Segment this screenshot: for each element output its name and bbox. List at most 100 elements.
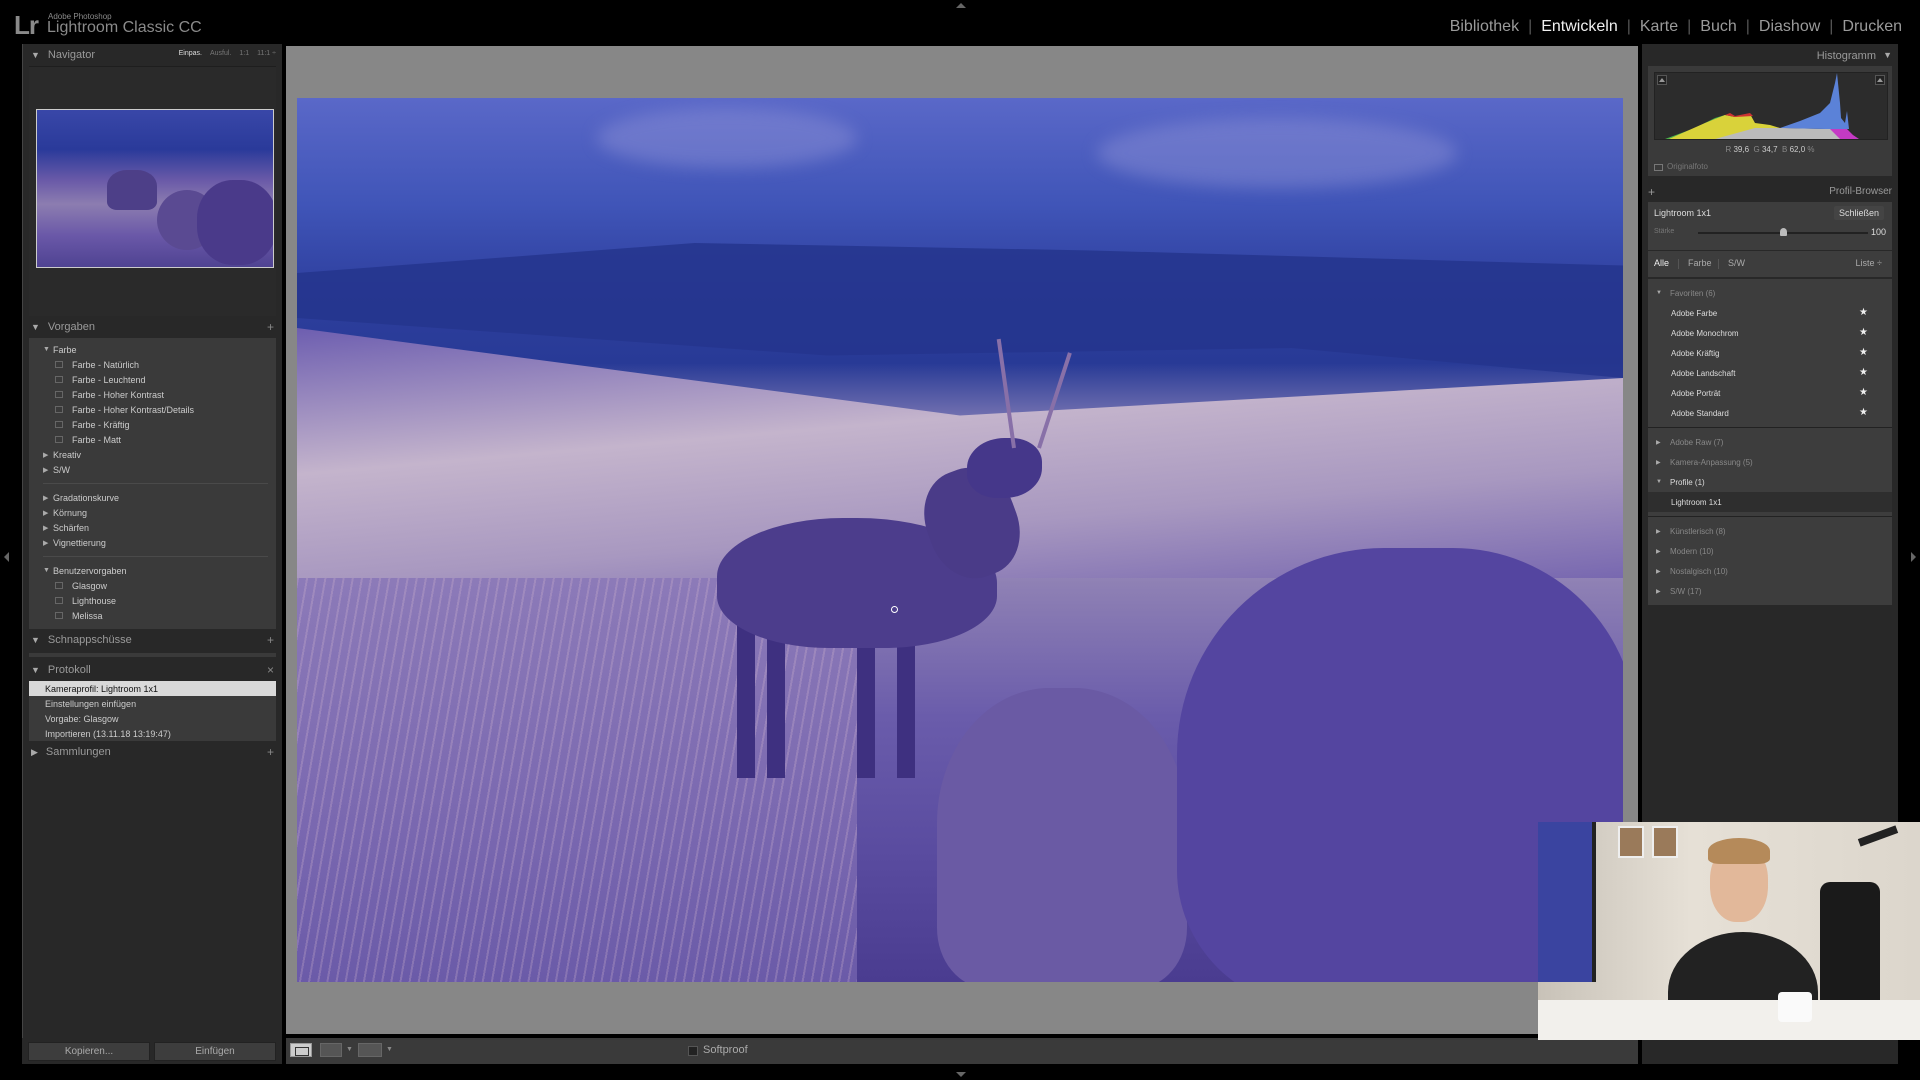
history-step[interactable]: Importieren (13.11.18 13:19:47) bbox=[29, 726, 276, 741]
history-step[interactable]: Vorgabe: Glasgow bbox=[29, 711, 276, 726]
filmstrip-toggle-icon[interactable] bbox=[956, 1072, 966, 1077]
favorite-star-icon[interactable]: ★ bbox=[1859, 367, 1868, 378]
profile-group-camera-matching[interactable]: ▶ Kamera-Anpassung (5) bbox=[1648, 452, 1892, 472]
preset-item[interactable]: Farbe - Kräftig bbox=[29, 417, 276, 432]
preset-group-koernung[interactable]: ▶ Körnung bbox=[29, 505, 276, 520]
collapsed-triangle-icon: ▶ bbox=[1656, 568, 1661, 575]
preset-item[interactable]: Farbe - Matt bbox=[29, 432, 276, 447]
filter-all[interactable]: Alle bbox=[1654, 258, 1669, 268]
profile-group-adobe-raw[interactable]: ▶ Adobe Raw (7) bbox=[1648, 432, 1892, 452]
zoom-1-1[interactable]: 1:1 bbox=[239, 50, 249, 57]
swap-dropdown-icon[interactable]: ▼ bbox=[386, 1046, 393, 1053]
bottom-toolbar: ▼ ▼ Softproof bbox=[286, 1038, 1638, 1064]
left-panel-toggle-icon[interactable] bbox=[4, 552, 9, 562]
amount-value[interactable]: 100 bbox=[1871, 227, 1886, 237]
before-after-view-button[interactable] bbox=[320, 1043, 342, 1057]
favorite-star-icon[interactable]: ★ bbox=[1859, 327, 1868, 338]
preset-item[interactable]: Glasgow bbox=[29, 578, 276, 593]
copy-settings-button[interactable]: Kopieren... bbox=[28, 1042, 150, 1061]
original-photo-checkbox[interactable] bbox=[1654, 164, 1663, 171]
zoom-custom[interactable]: 11:1 ÷ bbox=[257, 50, 276, 57]
module-diashow[interactable]: Diashow bbox=[1759, 18, 1820, 36]
histogram-graph[interactable] bbox=[1654, 72, 1888, 140]
before-after-dropdown-icon[interactable]: ▼ bbox=[346, 1046, 353, 1053]
shadow-clipping-button[interactable] bbox=[1657, 75, 1667, 85]
right-panel-toggle-icon[interactable] bbox=[1911, 552, 1916, 562]
zoom-fill[interactable]: Ausful. bbox=[210, 50, 231, 57]
module-buch[interactable]: Buch bbox=[1700, 18, 1736, 36]
collapse-triangle-icon: ▼ bbox=[31, 50, 40, 60]
module-separator: | bbox=[1687, 18, 1692, 35]
profile-item[interactable]: Adobe Landschaft ★ bbox=[1648, 363, 1892, 383]
add-snapshot-icon[interactable]: + bbox=[267, 633, 274, 647]
preset-group-gradation[interactable]: ▶ Gradationskurve bbox=[29, 490, 276, 505]
module-karte[interactable]: Karte bbox=[1640, 18, 1678, 36]
filter-color[interactable]: Farbe bbox=[1688, 258, 1712, 268]
profile-item[interactable]: Adobe Porträt ★ bbox=[1648, 383, 1892, 403]
preset-item[interactable]: Lighthouse bbox=[29, 593, 276, 608]
profile-item[interactable]: Adobe Monochrom ★ bbox=[1648, 323, 1892, 343]
module-bibliothek[interactable]: Bibliothek bbox=[1450, 18, 1519, 36]
favorite-star-icon[interactable]: ★ bbox=[1859, 347, 1868, 358]
view-mode-dropdown[interactable]: Liste ÷ bbox=[1856, 258, 1882, 268]
close-profile-browser-button[interactable]: Schließen bbox=[1833, 206, 1884, 220]
module-entwickeln[interactable]: Entwickeln bbox=[1541, 18, 1617, 36]
divider bbox=[1648, 427, 1892, 428]
before-after-swap-button[interactable] bbox=[358, 1043, 382, 1057]
profile-item[interactable]: Adobe Farbe ★ bbox=[1648, 303, 1892, 323]
collapse-triangle-icon: ▼ bbox=[31, 665, 40, 675]
preset-item[interactable]: Farbe - Natürlich bbox=[29, 357, 276, 372]
main-photo[interactable] bbox=[297, 98, 1623, 982]
add-preset-icon[interactable]: + bbox=[267, 320, 274, 334]
profile-list: ▼ Favoriten (6) Adobe Farbe ★ Adobe Monoch… bbox=[1648, 279, 1892, 605]
preset-group-farbe[interactable]: ▼ Farbe bbox=[29, 342, 276, 357]
top-panel-toggle-icon[interactable] bbox=[956, 3, 966, 8]
clear-history-icon[interactable]: × bbox=[267, 663, 274, 677]
add-profile-icon[interactable]: + bbox=[1648, 185, 1655, 199]
preset-group-sw[interactable]: ▶ S/W bbox=[29, 462, 276, 477]
amount-slider-thumb[interactable] bbox=[1780, 228, 1787, 236]
profile-item[interactable]: Adobe Standard ★ bbox=[1648, 403, 1892, 423]
navigator-thumbnail[interactable] bbox=[36, 109, 274, 268]
preset-group-schaerfen[interactable]: ▶ Schärfen bbox=[29, 520, 276, 535]
paste-settings-button[interactable]: Einfügen bbox=[154, 1042, 276, 1061]
zoom-fit[interactable]: Einpas. bbox=[179, 50, 202, 57]
history-step[interactable]: Kameraprofil: Lightroom 1x1 bbox=[29, 681, 276, 696]
preset-group-user[interactable]: ▼ Benutzervorgaben bbox=[29, 563, 276, 578]
navigator-header[interactable]: ▼ Navigator Einpas. Ausful. 1:1 11:1 ÷ bbox=[23, 44, 282, 66]
favorite-star-icon[interactable]: ★ bbox=[1859, 407, 1868, 418]
profile-group-vintage[interactable]: ▶ Nostalgisch (10) bbox=[1648, 561, 1892, 581]
snapshots-header[interactable]: ▼ Schnappschüsse + bbox=[23, 629, 282, 651]
profile-group-artistic[interactable]: ▶ Künstlerisch (8) bbox=[1648, 521, 1892, 541]
rgb-readout: R 39,6 G 34,7 B 62,0 % bbox=[1725, 145, 1815, 154]
preset-group-kreativ[interactable]: ▶ Kreativ bbox=[29, 447, 276, 462]
amount-slider[interactable] bbox=[1698, 228, 1868, 236]
highlight-clipping-button[interactable] bbox=[1875, 75, 1885, 85]
profile-item[interactable]: Adobe Kräftig ★ bbox=[1648, 343, 1892, 363]
preset-item[interactable]: Farbe - Leuchtend bbox=[29, 372, 276, 387]
history-step[interactable]: Einstellungen einfügen bbox=[29, 696, 276, 711]
preset-item[interactable]: Melissa bbox=[29, 608, 276, 623]
profile-group-modern[interactable]: ▶ Modern (10) bbox=[1648, 541, 1892, 561]
profile-group-profiles[interactable]: ▼ Profile (1) bbox=[1648, 472, 1892, 492]
filter-bw[interactable]: S/W bbox=[1728, 258, 1745, 268]
add-collection-icon[interactable]: + bbox=[267, 745, 274, 759]
preset-item[interactable]: Farbe - Hoher Kontrast bbox=[29, 387, 276, 402]
loupe-view-button[interactable] bbox=[290, 1043, 312, 1057]
preset-item[interactable]: Farbe - Hoher Kontrast/Details bbox=[29, 402, 276, 417]
preset-icon bbox=[55, 421, 63, 428]
amount-label: Stärke bbox=[1654, 228, 1675, 235]
preset-group-vignette[interactable]: ▶ Vignettierung bbox=[29, 535, 276, 550]
favorite-star-icon[interactable]: ★ bbox=[1859, 307, 1868, 318]
preset-icon bbox=[55, 597, 63, 604]
histogram-header[interactable]: Histogramm ▼ bbox=[1642, 44, 1898, 66]
history-header[interactable]: ▼ Protokoll × bbox=[23, 659, 282, 681]
collections-header[interactable]: ▶ Sammlungen + bbox=[23, 741, 282, 763]
favorite-star-icon[interactable]: ★ bbox=[1859, 387, 1868, 398]
profile-group-favorites[interactable]: ▼ Favoriten (6) bbox=[1648, 283, 1892, 303]
profile-group-bw[interactable]: ▶ S/W (17) bbox=[1648, 581, 1892, 601]
profile-item-selected[interactable]: Lightroom 1x1 bbox=[1648, 492, 1892, 512]
softproof-checkbox[interactable] bbox=[688, 1046, 698, 1056]
presets-header[interactable]: ▼ Vorgaben + bbox=[23, 316, 282, 338]
module-drucken[interactable]: Drucken bbox=[1842, 18, 1902, 36]
